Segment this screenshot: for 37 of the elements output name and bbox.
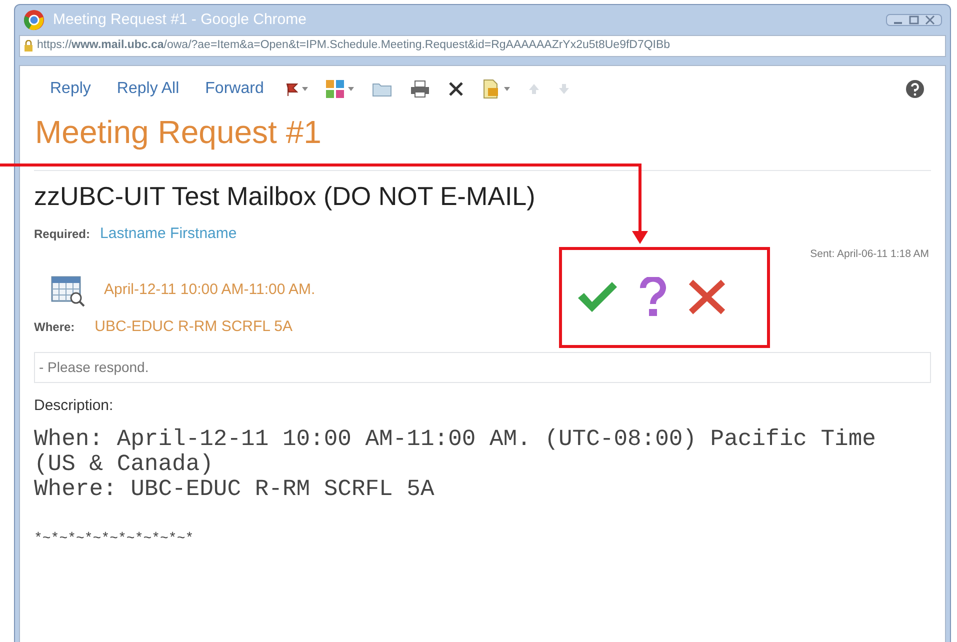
categories-icon[interactable] — [326, 80, 344, 98]
folder-icon[interactable] — [372, 81, 392, 97]
where-label: Where: — [34, 318, 75, 336]
dropdown-icon[interactable] — [302, 87, 308, 91]
dropdown-icon[interactable] — [348, 87, 354, 91]
calendar-icon — [50, 274, 86, 308]
message-title: Meeting Request #1 — [34, 113, 322, 152]
toolbar-link[interactable]: Reply All — [116, 77, 180, 101]
response-note: - Please respond. — [34, 352, 931, 383]
decline-icon[interactable] — [688, 279, 726, 316]
dropdown-icon[interactable] — [504, 87, 510, 91]
flag-icon[interactable] — [286, 82, 298, 96]
maximize-icon[interactable] — [907, 15, 921, 25]
attendee-link[interactable]: Lastname Firstname — [100, 223, 237, 246]
description-label: Description: — [34, 396, 114, 416]
document-icon[interactable] — [482, 79, 500, 99]
toolbar-link[interactable]: Forward — [205, 77, 264, 101]
accept-icon[interactable] — [576, 280, 618, 314]
sent-date: Sent: April-06-11 1:18 AM — [810, 247, 929, 262]
tentative-icon[interactable] — [640, 277, 666, 318]
window-title: Meeting Request #1 - Google Chrome — [53, 10, 306, 30]
subject-text: zzUBC-UIT Test Mailbox (DO NOT E-MAIL) — [34, 180, 536, 213]
toolbar-link[interactable]: Reply — [50, 77, 91, 101]
location-text: UBC-EDUC R-RM SCRFL 5A — [94, 316, 292, 336]
separator-text: *~*~*~*~*~*~*~*~*~* — [34, 530, 195, 550]
description-line: When: April-12-11 10:00 AM-11:00 AM. (UTC-08:00) Pacific Time (US & Canada) — [34, 427, 877, 478]
lock-icon — [24, 40, 33, 52]
description-line: Where: UBC-EDUC R-RM SCRFL 5A — [34, 477, 436, 502]
browser-logo-icon — [23, 9, 45, 31]
url-text: https://www.mail.ubc.ca/owa/?ae=Item&a=Open&t=IPM.Schedule.Meeting.Request&id=RgAAAAAAZrYx2u5t8Ue9fD7QIBb — [37, 38, 670, 54]
required-label: Required: — [34, 226, 90, 243]
meeting-time: April-12-11 10:00 AM-11:00 AM. — [104, 280, 316, 300]
delete-icon[interactable] — [448, 81, 464, 97]
help-icon[interactable] — [905, 79, 925, 99]
close-icon[interactable] — [923, 15, 937, 25]
print-icon[interactable] — [410, 80, 430, 98]
address-bar[interactable]: https://www.mail.ubc.ca/owa/?ae=Item&a=Open&t=IPM.Schedule.Meeting.Request&id=RgAAAAAAZrYx2u5t8Ue9fD7QIBb — [19, 35, 946, 57]
